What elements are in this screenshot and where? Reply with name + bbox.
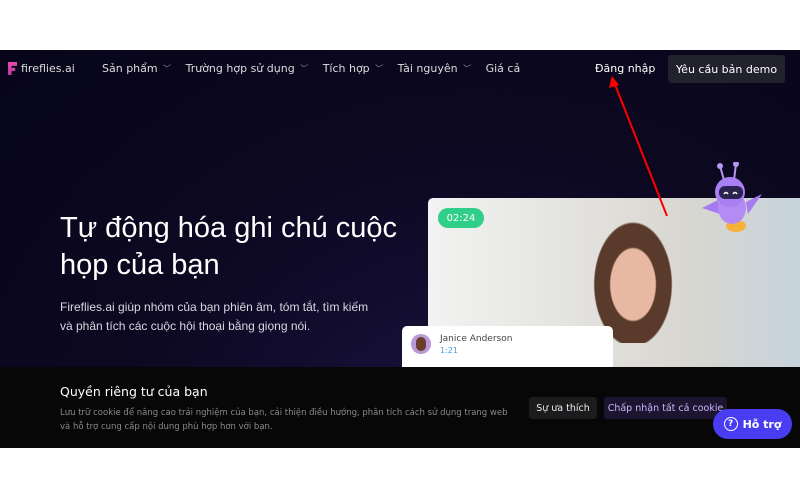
hero-subtitle: Fireflies.ai giúp nhóm của bạn phiên âm,…	[60, 300, 369, 333]
nav-label: Sản phẩm	[102, 62, 158, 75]
help-label: Hỗ trợ	[742, 417, 782, 431]
robot-mascot-icon	[702, 162, 762, 232]
cookie-text: Lưu trữ cookie để nâng cao trải nghiệm c…	[60, 408, 508, 432]
speaker-timestamp[interactable]: 1:21	[440, 346, 458, 355]
chevron-down-icon: ﹀	[161, 64, 170, 73]
cookie-title: Quyền riêng tư của bạn	[60, 384, 208, 399]
chevron-down-icon: ﹀	[373, 64, 382, 73]
nav-item-integrations[interactable]: Tích hợp ﹀	[323, 62, 382, 75]
hero-title: Tự động hóa ghi chú cuộc họp của bạn	[60, 212, 398, 281]
speaker-name: Janice Anderson	[440, 334, 513, 344]
avatar	[411, 334, 431, 354]
question-circle-icon: ?	[723, 417, 738, 431]
chevron-down-icon: ﹀	[298, 64, 307, 73]
cookie-preferences-button[interactable]: Sự ưa thích	[529, 397, 597, 419]
login-link[interactable]: Đăng nhập	[595, 62, 655, 75]
nav-item-use-cases[interactable]: Trường hợp sử dụng ﹀	[186, 62, 307, 75]
nav-item-products[interactable]: Sản phẩm ﹀	[102, 62, 170, 75]
request-demo-button[interactable]: Yêu cầu bản demo	[668, 55, 785, 83]
nav-label: Giá cả	[485, 62, 521, 75]
nav-item-resources[interactable]: Tài nguyên ﹀	[398, 62, 470, 75]
nav-label: Trường hợp sử dụng	[185, 62, 295, 75]
top-nav: Sản phẩm ﹀ Trường hợp sử dụng ﹀ Tích hợp ﹀ …	[0, 50, 800, 88]
nav-label: Tích hợp	[322, 62, 370, 75]
chevron-down-icon: ﹀	[461, 64, 470, 73]
nav-item-pricing[interactable]: Giá cả	[486, 62, 521, 75]
speaker-image	[588, 213, 678, 343]
help-button[interactable]: ? Hỗ trợ	[713, 409, 792, 439]
nav-label: Tài nguyên	[397, 62, 458, 75]
cookie-banner: Quyền riêng tư của bạn Lưu trữ cookie để…	[0, 367, 800, 448]
hero-section: fireflies.ai Sản phẩm ﹀ Trường hợp sử dụn…	[0, 50, 800, 448]
timer-badge: 02:24	[438, 208, 484, 228]
accept-all-cookies-button[interactable]: Chấp nhận tất cả cookie	[604, 397, 727, 419]
